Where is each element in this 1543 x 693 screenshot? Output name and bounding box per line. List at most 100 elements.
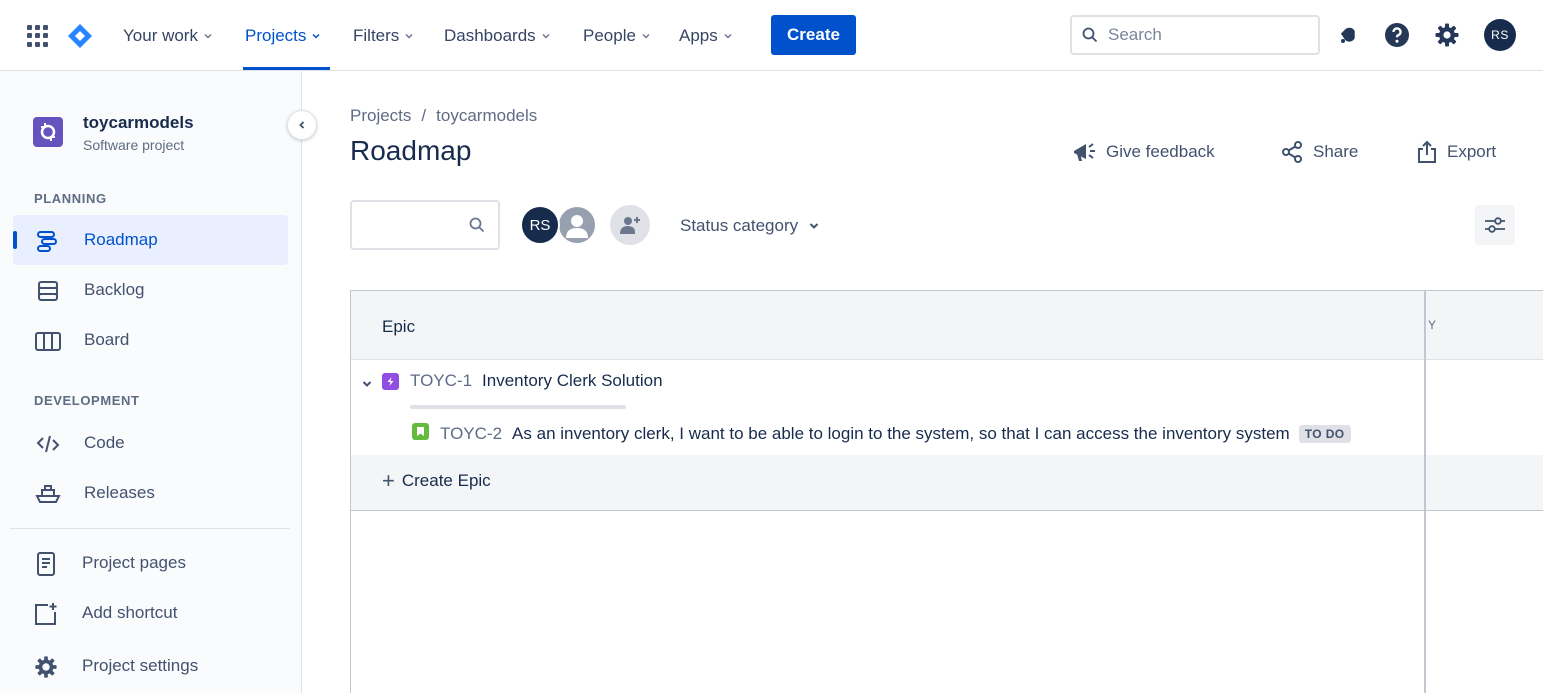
create-epic-button[interactable]: + Create Epic: [382, 468, 491, 493]
nav-filters-label: Filters: [353, 25, 400, 45]
nav-apps-label: Apps: [679, 25, 718, 45]
child-issue-key[interactable]: TOYC-2: [440, 424, 502, 444]
give-feedback-label: Give feedback: [1106, 142, 1215, 161]
breadcrumb-project[interactable]: toycarmodels: [436, 106, 537, 126]
nav-projects-label: Projects: [245, 25, 307, 45]
epic-key[interactable]: TOYC-1: [410, 371, 472, 391]
sidebar-item-label: Backlog: [84, 280, 145, 299]
assignee-filter-avatar-default[interactable]: [557, 205, 597, 245]
releases-icon: [35, 481, 61, 507]
sidebar-item-board[interactable]: Board: [13, 315, 288, 365]
sidebar-item-label: Add shortcut: [82, 603, 178, 622]
create-button[interactable]: Create: [771, 15, 856, 55]
global-search[interactable]: [1070, 15, 1320, 55]
code-icon: [35, 431, 61, 457]
assignee-filter-avatar-rs[interactable]: RS: [520, 205, 560, 245]
help-icon[interactable]: [1382, 20, 1412, 50]
planning-section-label: PLANNING: [34, 191, 107, 206]
search-input[interactable]: [1108, 25, 1298, 45]
child-issue-row[interactable]: TOYC-2 As an inventory clerk, I want to …: [351, 413, 1424, 455]
export-label: Export: [1447, 142, 1497, 161]
jira-logo[interactable]: [66, 22, 94, 50]
user-icon: [566, 215, 588, 238]
sidebar-item-releases[interactable]: Releases: [13, 468, 288, 518]
settings-icon: [33, 654, 59, 680]
share-button[interactable]: Share: [1280, 136, 1358, 168]
chevron-left-icon: [299, 121, 305, 129]
status-category-dropdown[interactable]: Status category: [680, 212, 820, 240]
megaphone-icon: [1074, 143, 1095, 161]
settings-icon[interactable]: [1432, 20, 1462, 50]
epic-icon: [382, 373, 399, 390]
sidebar-item-label: Project settings: [82, 656, 199, 675]
status-lozenge[interactable]: TO DO: [1298, 425, 1351, 443]
sidebar-item-roadmap[interactable]: Roadmap: [13, 215, 288, 265]
timeline-header-truncated: Y: [1428, 318, 1437, 332]
story-icon: [412, 423, 429, 440]
sidebar-divider: [10, 528, 290, 529]
breadcrumb-projects[interactable]: Projects: [350, 106, 411, 126]
apps-grid-icon[interactable]: [27, 25, 49, 47]
nav-people[interactable]: People: [583, 0, 651, 71]
search-icon: [469, 217, 485, 233]
nav-active-indicator: [243, 67, 330, 70]
epic-summary[interactable]: Inventory Clerk Solution: [482, 371, 662, 391]
timeline-column-divider[interactable]: [1424, 291, 1426, 693]
roadmap-grid: Epic Y TOYC-1 Inventory Clerk Solution T…: [350, 290, 1543, 693]
nav-dashboards-label: Dashboards: [444, 25, 536, 45]
nav-dashboards[interactable]: Dashboards: [444, 0, 551, 71]
search-icon: [1082, 27, 1098, 43]
collapse-epic-toggle[interactable]: [359, 376, 375, 392]
project-sidebar: toycarmodels Software project PLANNING R…: [0, 71, 317, 693]
project-type: Software project: [83, 137, 185, 153]
sidebar-item-project-pages[interactable]: Project pages: [11, 538, 286, 588]
user-avatar[interactable]: RS: [1484, 19, 1516, 51]
page-title: Roadmap: [350, 135, 472, 166]
share-icon: [1282, 141, 1302, 163]
backlog-icon: [35, 278, 61, 304]
status-category-label: Status category: [680, 216, 799, 235]
chevron-down-icon: [809, 223, 819, 229]
sidebar-item-label: Project pages: [82, 553, 186, 572]
chevron-down-icon: [724, 33, 732, 39]
sidebar-item-label: Board: [84, 330, 130, 349]
chevron-down-icon: [542, 33, 550, 39]
roadmap-icon: [35, 228, 61, 254]
breadcrumb-separator: /: [421, 106, 427, 125]
export-button[interactable]: Export: [1416, 136, 1496, 168]
sidebar-item-label: Code: [84, 433, 125, 452]
nav-filters[interactable]: Filters: [353, 0, 414, 71]
sidebar-item-backlog[interactable]: Backlog: [13, 265, 288, 315]
breadcrumb: Projects / toycarmodels: [350, 106, 537, 126]
create-epic-label: Create Epic: [401, 471, 491, 490]
chevron-down-icon: [204, 33, 212, 39]
roadmap-search-input[interactable]: [360, 202, 470, 246]
chevron-down-icon: [405, 33, 413, 39]
add-people-button[interactable]: [610, 205, 650, 245]
notifications-icon[interactable]: [1333, 20, 1363, 50]
top-navigation: Your work Projects Filters Dashboards Pe…: [0, 0, 1543, 71]
roadmap-search-field[interactable]: [350, 200, 500, 250]
nav-projects[interactable]: Projects: [245, 0, 321, 71]
project-name: toycarmodels: [83, 113, 194, 132]
sidebar-item-add-shortcut[interactable]: Add shortcut: [11, 588, 286, 638]
chevron-down-icon: [362, 381, 372, 387]
epic-progress-bar: [410, 405, 626, 409]
development-section-label: DEVELOPMENT: [34, 393, 140, 408]
plus-icon: +: [382, 468, 395, 493]
roadmap-grid-header: Epic Y: [351, 291, 1543, 360]
project-avatar-icon: [33, 117, 63, 147]
nav-your-work-label: Your work: [123, 25, 198, 45]
view-settings-button[interactable]: [1475, 205, 1515, 245]
give-feedback-button[interactable]: Give feedback: [1071, 136, 1215, 168]
collapse-sidebar-button[interactable]: [287, 110, 317, 140]
child-issue-summary[interactable]: As an inventory clerk, I want to be able…: [512, 424, 1290, 444]
nav-apps[interactable]: Apps: [679, 0, 733, 71]
chevron-down-icon: [642, 33, 650, 39]
epic-row[interactable]: TOYC-1 Inventory Clerk Solution: [351, 361, 1424, 409]
sidebar-item-code[interactable]: Code: [13, 418, 288, 468]
nav-your-work[interactable]: Your work: [123, 0, 213, 71]
epic-column-header: Epic: [382, 317, 416, 336]
share-label: Share: [1313, 142, 1359, 161]
sidebar-item-project-settings[interactable]: Project settings: [11, 641, 286, 691]
